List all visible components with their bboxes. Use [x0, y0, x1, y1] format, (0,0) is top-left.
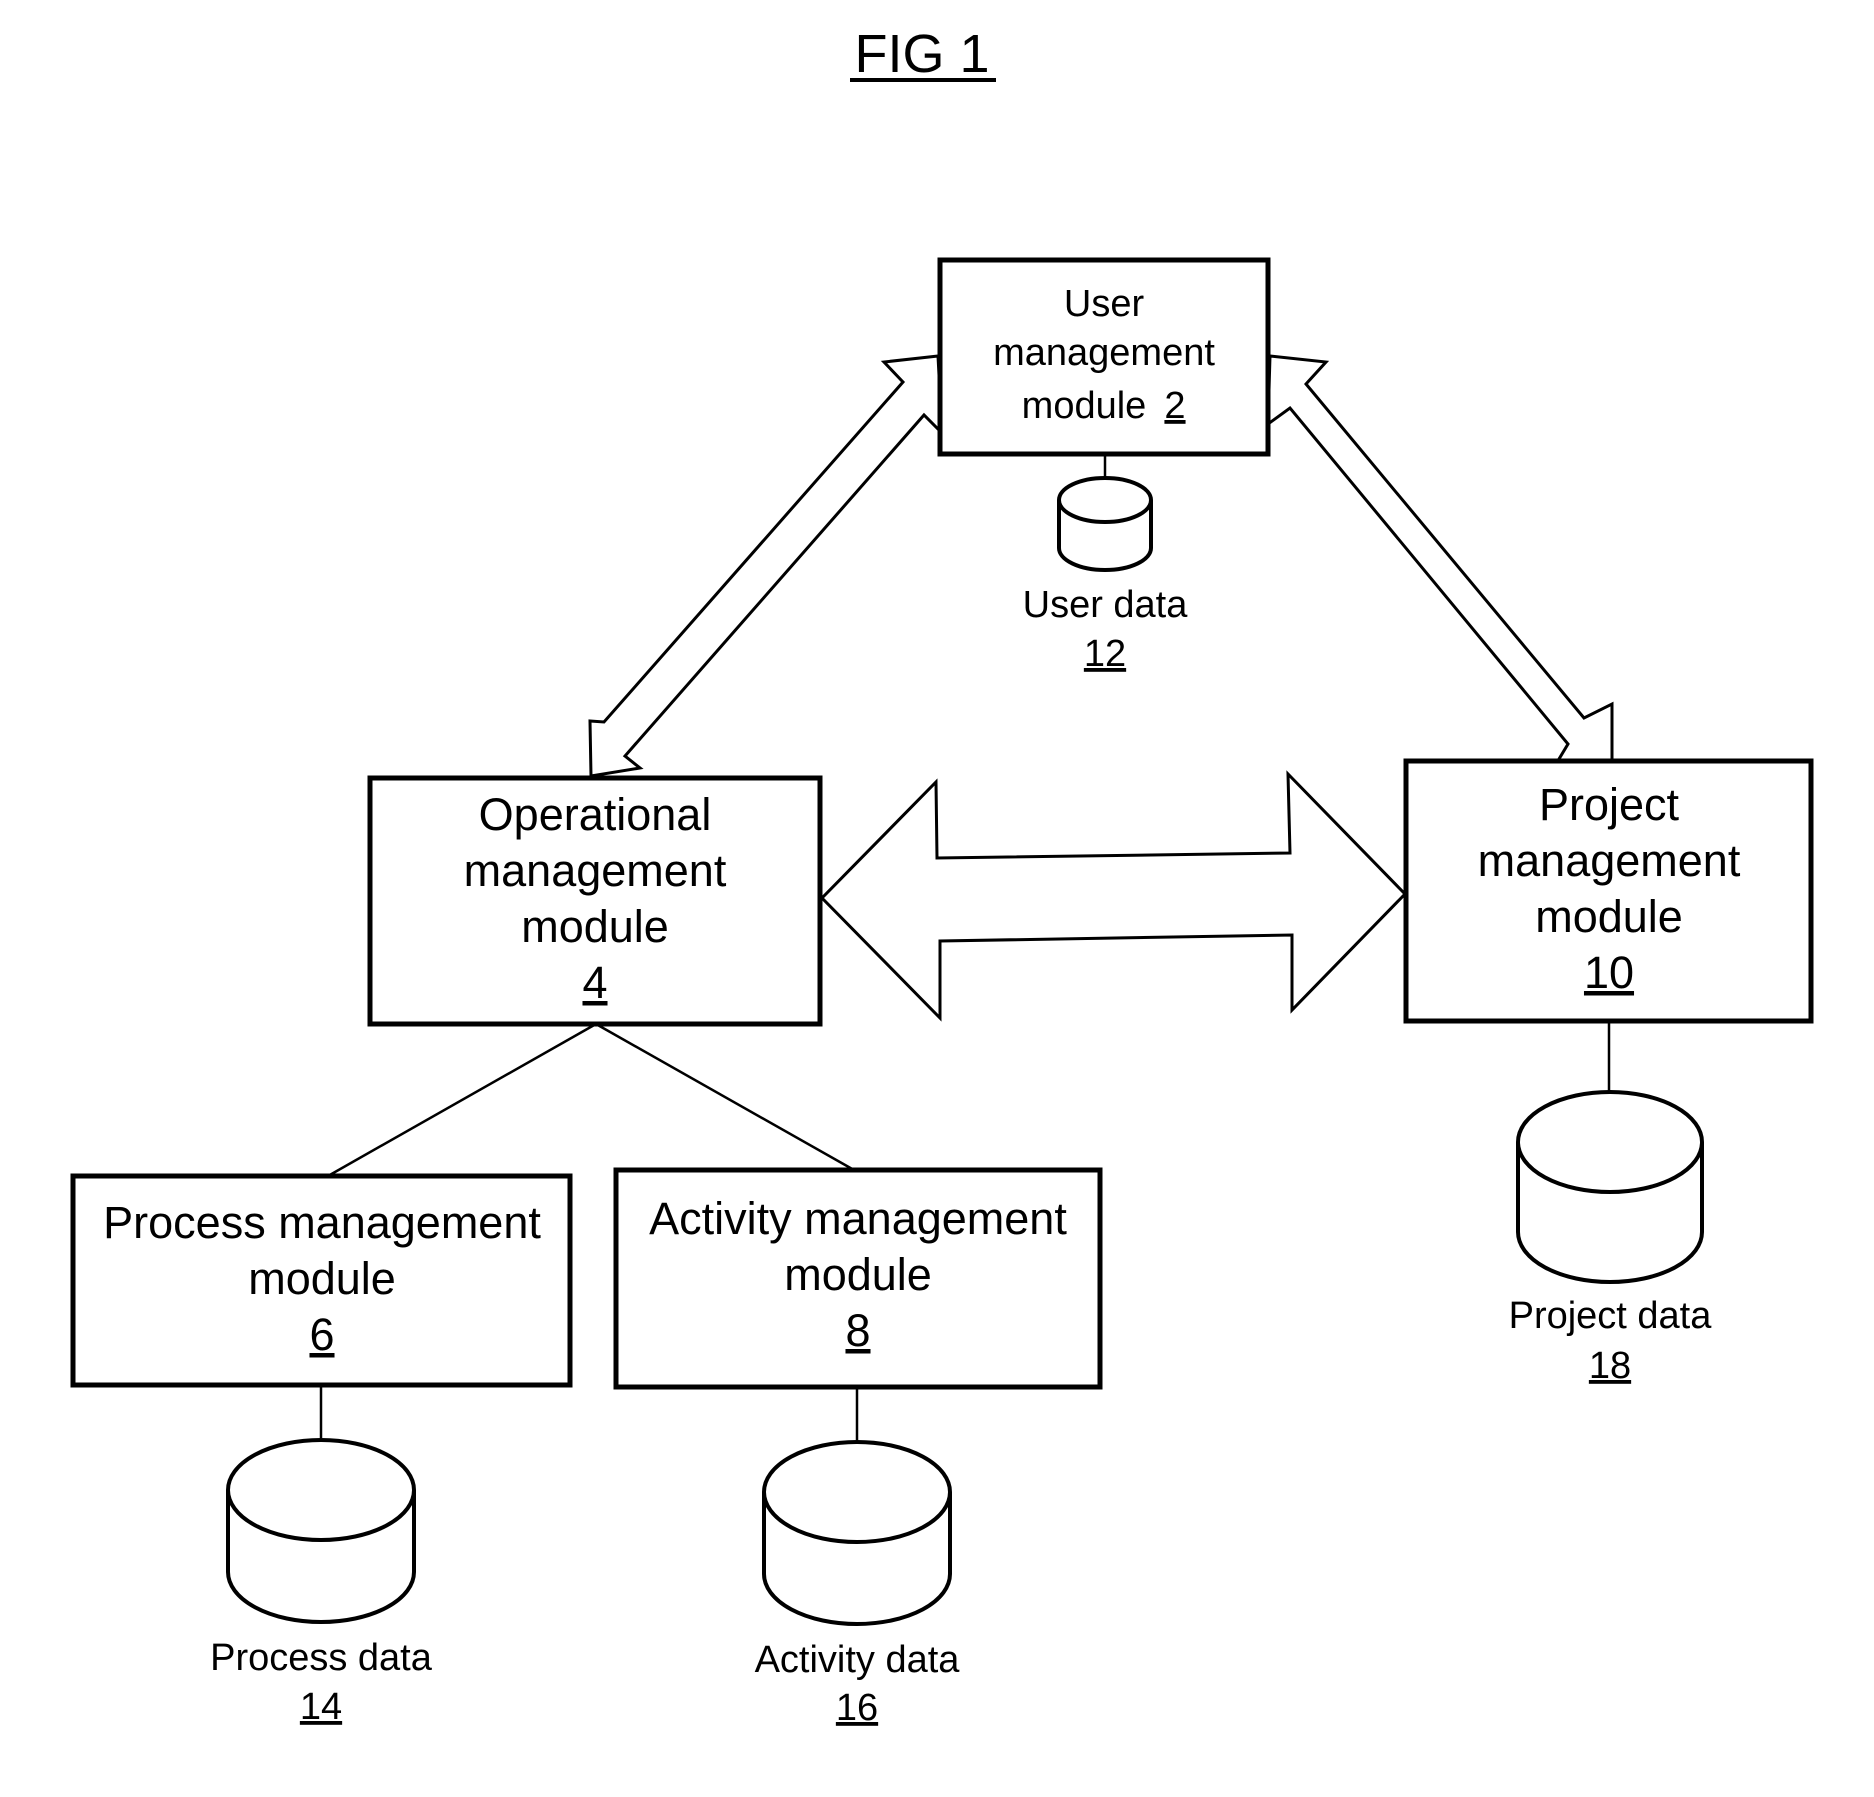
user-management-module: User management module 2: [937, 257, 1271, 457]
user-module-line-3: module: [1022, 385, 1147, 427]
project-module-line-1: Project: [1539, 779, 1680, 830]
project-data-ref: 18: [1589, 1345, 1631, 1387]
user-data-label: User data: [1023, 584, 1189, 626]
activity-data-ref: 16: [836, 1687, 878, 1729]
process-data-label: Process data: [210, 1637, 433, 1679]
project-module-ref: 10: [1584, 947, 1634, 998]
activity-data-label: Activity data: [755, 1639, 961, 1681]
process-module-ref: 6: [309, 1309, 334, 1360]
user-module-line-2: management: [993, 332, 1215, 374]
process-module-line-1: Process management: [103, 1197, 541, 1248]
connector-operational-activity: [595, 1022, 855, 1172]
process-data-store: Process data 14: [210, 1438, 433, 1728]
project-module-line-2: management: [1478, 835, 1741, 886]
activity-data-store: Activity data 16: [755, 1440, 961, 1729]
activity-module-line-1: Activity management: [649, 1193, 1067, 1244]
activity-module-line-2: module: [784, 1249, 932, 1300]
activity-management-module: Activity management module 8: [613, 1167, 1103, 1390]
process-module-line-2: module: [248, 1253, 396, 1304]
activity-module-ref: 8: [845, 1305, 870, 1356]
project-module-line-3: module: [1535, 891, 1683, 942]
user-data-store: User data 12: [1023, 476, 1189, 675]
user-module-ref: 2: [1164, 385, 1185, 427]
figure-title: FIG 1: [854, 24, 989, 84]
connector-operational-process: [327, 1022, 597, 1178]
operational-module-line-2: management: [464, 845, 727, 896]
process-management-module: Process management module 6: [70, 1173, 573, 1388]
operational-module-line-1: Operational: [479, 789, 712, 840]
project-data-store: Project data 18: [1509, 1090, 1713, 1387]
arrow-user-operational: [588, 354, 944, 778]
arrow-user-project: [1266, 354, 1614, 766]
process-data-ref: 14: [300, 1686, 342, 1728]
operational-module-ref: 4: [582, 957, 607, 1008]
project-management-module: Project management module 10: [1403, 758, 1814, 1024]
user-data-ref: 12: [1084, 633, 1126, 675]
project-data-label: Project data: [1509, 1295, 1713, 1337]
operational-management-module: Operational management module 4: [367, 775, 823, 1027]
arrow-operational-project: [819, 770, 1408, 1022]
user-module-line-1: User: [1064, 283, 1145, 325]
operational-module-line-3: module: [521, 901, 669, 952]
diagram-canvas: FIG 1 User management module 2 User data…: [70, 24, 1814, 1729]
